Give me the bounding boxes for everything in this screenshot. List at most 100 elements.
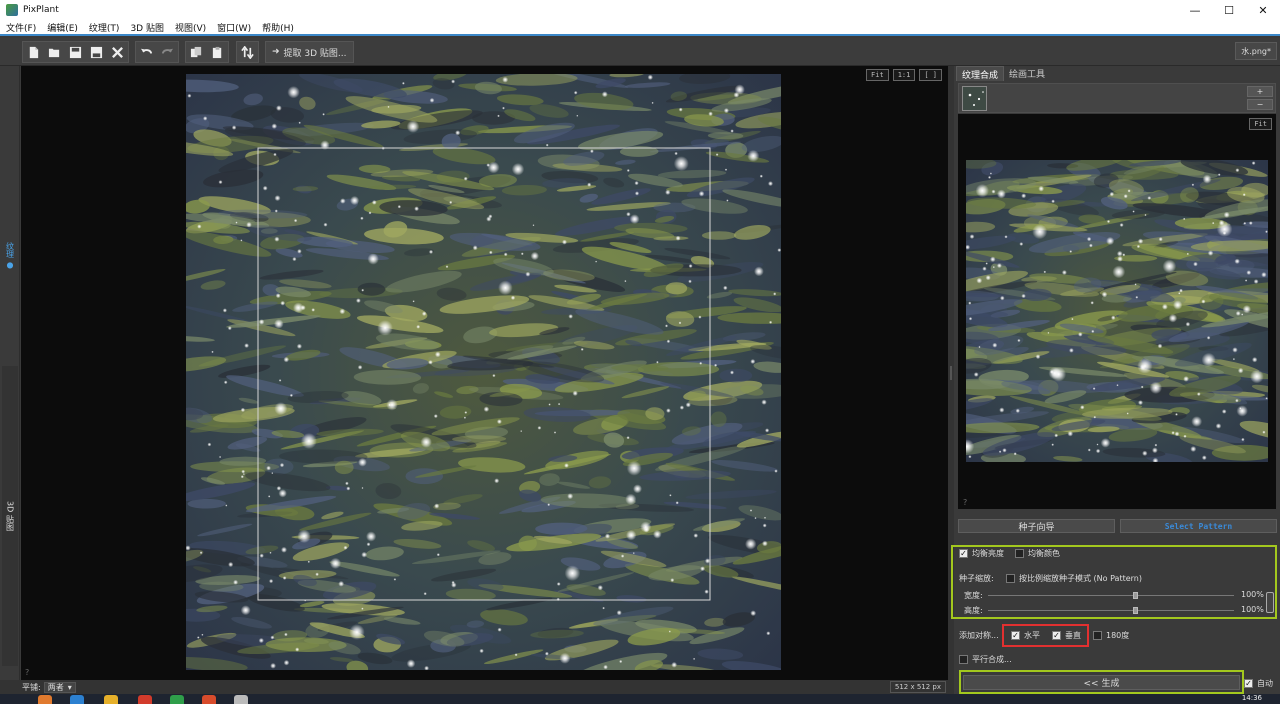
height-slider-knob[interactable] [1133, 607, 1138, 614]
width-slider[interactable] [988, 592, 1234, 599]
horizontal-checkbox[interactable]: ✓ [1011, 631, 1020, 640]
fit-button[interactable]: Fit [866, 69, 889, 81]
swap-button[interactable] [237, 42, 258, 62]
minimize-button[interactable]: — [1178, 0, 1212, 20]
tab-3d-maps[interactable]: 3D 贴图 [2, 366, 18, 666]
width-value: 100% [1241, 590, 1264, 599]
extract-group: ➜ 提取 3D 贴图... [265, 41, 354, 63]
actual-size-button[interactable]: 1:1 [892, 69, 916, 81]
pixplant-window: PixPlant — ☐ ✕ 文件(F) 编辑(E) 纹理(T) 3D 贴图 视… [0, 0, 1280, 704]
balance-color-label: 均衡颜色 [1028, 549, 1060, 558]
width-label-text: 宽度: [964, 591, 983, 600]
seed-thumbnail[interactable] [962, 86, 987, 111]
width-value-text: 100% [1241, 590, 1264, 599]
add-symmetry-text: 添加对称... [959, 631, 999, 640]
width-slider-knob[interactable] [1133, 592, 1138, 599]
undo-icon [140, 48, 153, 54]
taskbar-app-icon[interactable] [170, 695, 184, 704]
extract-3d-maps-label: 提取 3D 贴图... [283, 48, 347, 59]
preview-help-icon[interactable]: ? [963, 498, 967, 507]
save-as-button[interactable] [86, 42, 107, 62]
image-size-readout: 512 x 512 px [889, 681, 946, 693]
maximize-button[interactable]: ☐ [1212, 0, 1246, 20]
select-pattern-button[interactable]: Select Pattern [1120, 519, 1277, 533]
extract-3d-maps-button[interactable]: ➜ 提取 3D 贴图... [266, 42, 353, 62]
fullscreen-button[interactable]: [ ] [919, 69, 942, 81]
balance-brightness-checkbox[interactable]: ✓ [959, 549, 968, 558]
remove-seed-button[interactable]: − [1247, 99, 1273, 110]
open-file-button[interactable] [44, 42, 65, 62]
left-dock: 纹理 ● 3D 贴图 [0, 66, 20, 680]
texture-canvas[interactable]: Fit 1:1 [ ] ? [21, 66, 948, 680]
add-seed-button[interactable]: + [1247, 86, 1273, 97]
close-x-icon [112, 46, 123, 58]
vertical-checkbox[interactable]: ✓ [1052, 631, 1061, 640]
scale-by-ratio-label: 按比例缩放种子模式 (No Pattern) [1019, 574, 1142, 583]
menu-edit[interactable]: 编辑(E) [47, 21, 78, 34]
help-icon[interactable]: ? [25, 668, 29, 677]
close-button[interactable]: ✕ [1246, 0, 1280, 20]
height-slider[interactable] [988, 607, 1234, 614]
parallel-synthesis-option[interactable]: 平行合成... [959, 654, 1012, 665]
copy-icon [190, 46, 202, 57]
auto-option[interactable]: ✓ 自动 [1244, 678, 1273, 689]
auto-checkbox[interactable]: ✓ [1244, 679, 1253, 688]
save-as-icon [90, 46, 103, 58]
taskbar-app-icon[interactable] [138, 695, 152, 704]
taskbar-app-icon[interactable] [70, 695, 84, 704]
menu-window[interactable]: 窗口(W) [217, 21, 251, 34]
canvas-view-buttons: Fit 1:1 [ ] [866, 69, 942, 81]
height-label: 高度: [964, 605, 983, 616]
menu-texture[interactable]: 纹理(T) [89, 21, 120, 34]
tab-paint-tools[interactable]: 绘画工具 [1004, 66, 1050, 81]
taskbar-app-icon[interactable] [38, 695, 52, 704]
scale-by-ratio-option[interactable]: 按比例缩放种子模式 (No Pattern) [1006, 573, 1142, 584]
balance-brightness-option[interactable]: ✓ 均衡亮度 [959, 548, 1004, 559]
tile-mode-value: 两者 [47, 682, 64, 692]
new-file-button[interactable] [23, 42, 44, 62]
link-proportions-icon[interactable] [1266, 592, 1274, 613]
tab-texture-synthesis[interactable]: 纹理合成 [956, 66, 1005, 81]
seed-preview: Fit ? [958, 114, 1276, 509]
taskbar-app-icon[interactable] [202, 695, 216, 704]
taskbar-folder-icon[interactable] [104, 695, 118, 704]
right-panel: 纹理合成 绘画工具 + − Fit ? 种子向导 Select Pattern … [951, 66, 1280, 694]
menu-view[interactable]: 视图(V) [175, 21, 206, 34]
vertical-option[interactable]: ✓ 垂直 [1052, 630, 1081, 641]
tab-texture[interactable]: 纹理 ● [2, 176, 18, 336]
scale-by-ratio-checkbox[interactable] [1006, 574, 1015, 583]
menu-help[interactable]: 帮助(H) [262, 21, 294, 34]
close-file-button[interactable] [107, 42, 128, 62]
rotate-180-checkbox[interactable] [1093, 631, 1102, 640]
preview-fit-button[interactable]: Fit [1249, 118, 1272, 130]
app-logo-icon [6, 4, 18, 16]
rotate-180-option[interactable]: 180度 [1093, 630, 1129, 641]
parallel-synthesis-label: 平行合成... [972, 655, 1012, 664]
paste-icon [212, 46, 222, 58]
tiled-water-texture [186, 74, 781, 670]
taskbar-pixplant-icon[interactable] [234, 695, 248, 704]
file-tab[interactable]: 水.png* [1235, 42, 1277, 60]
balance-color-option[interactable]: 均衡颜色 [1015, 548, 1060, 559]
generate-button[interactable]: << 生成 [963, 675, 1240, 690]
horizontal-option[interactable]: ✓ 水平 [1011, 630, 1040, 641]
tile-mode-select[interactable]: 两者 ▾ [43, 681, 76, 693]
parallel-synthesis-checkbox[interactable] [959, 655, 968, 664]
menu-3d-maps[interactable]: 3D 贴图 [130, 21, 164, 34]
horizontal-label: 水平 [1024, 631, 1040, 640]
redo-button[interactable] [157, 42, 178, 62]
undo-group [135, 41, 179, 63]
balance-color-checkbox[interactable] [1015, 549, 1024, 558]
save-button[interactable] [65, 42, 86, 62]
paste-button[interactable] [207, 42, 228, 62]
menu-file[interactable]: 文件(F) [6, 21, 36, 34]
main-toolbar: ➜ 提取 3D 贴图... 水.png* [0, 38, 1280, 66]
copy-button[interactable] [186, 42, 207, 62]
swap-group [236, 41, 259, 63]
seed-scale-label: 种子缩放: [959, 573, 994, 584]
undo-button[interactable] [136, 42, 157, 62]
window-title: PixPlant [23, 5, 59, 15]
right-panel-tabs: 纹理合成 绘画工具 [956, 66, 1050, 81]
seed-wizard-button[interactable]: 种子向导 [958, 519, 1115, 533]
menu-bar: 文件(F) 编辑(E) 纹理(T) 3D 贴图 视图(V) 窗口(W) 帮助(H… [0, 20, 1280, 36]
